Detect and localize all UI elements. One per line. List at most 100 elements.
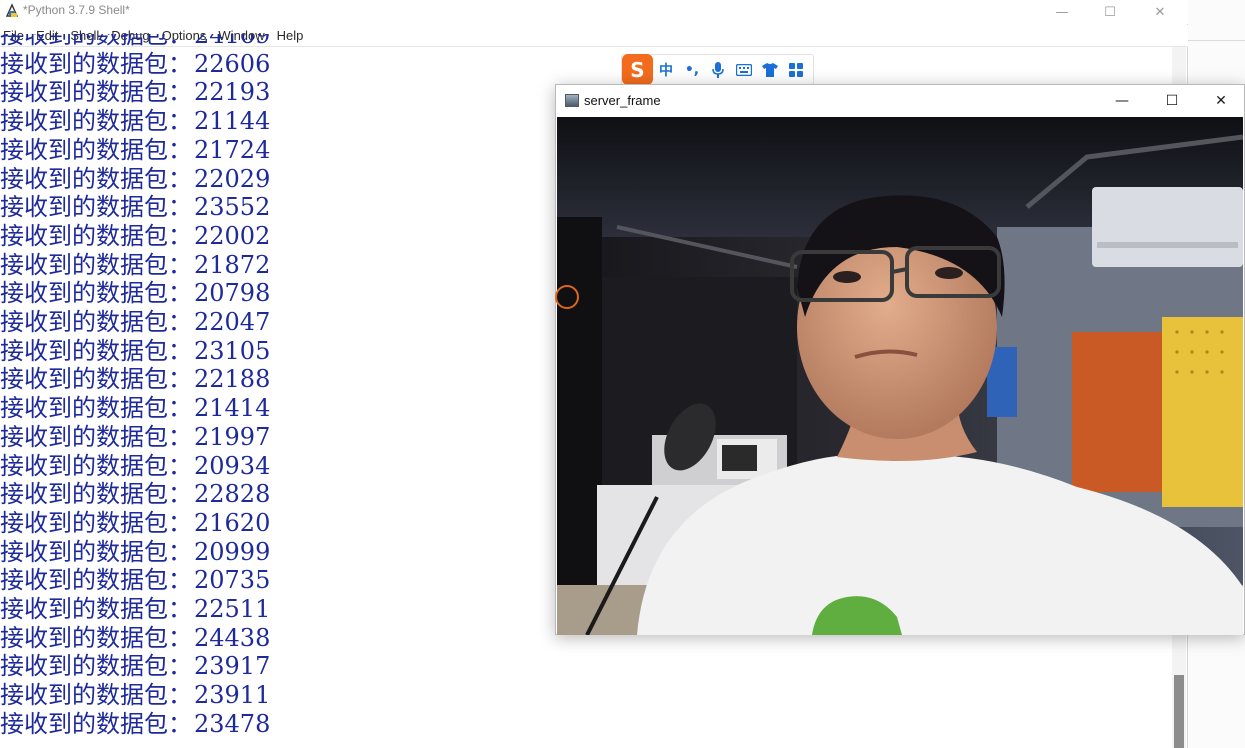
skin-icon[interactable] [757,57,783,83]
output-line-value: 21997 [194,422,271,451]
output-line: 接收到的数据包：20735 [0,566,270,595]
output-line: 接收到的数据包：21997 [0,423,270,452]
scrollbar-thumb[interactable] [1174,675,1184,748]
menu-divider [0,46,1188,47]
output-line: 接收到的数据包：23552 [0,193,270,222]
toolbox-icon[interactable] [783,57,809,83]
microphone-icon[interactable] [705,57,731,83]
output-line-value: 23917 [194,652,271,681]
shell-output[interactable]: 接收到的数据包：24169 接收到的数据包：22606 接收到的数据包：22193 接… [0,34,560,748]
output-line-value: 22511 [194,595,271,623]
close-button[interactable]: ✕ [1137,0,1183,24]
output-line-value: 20798 [194,279,271,308]
mouse-cursor-icon [555,285,579,309]
output-line-prefix: 接收到的数据包： [0,78,192,107]
output-line-value: 22047 [194,308,271,336]
background-divider [1188,40,1245,41]
output-line: 接收到的数据包：21414 [0,394,270,423]
ime-toolbar: S 中 •, [621,54,814,85]
output-line: 接收到的数据包：24438 [0,624,270,653]
output-line: 接收到的数据包：20798 [0,279,270,308]
output-line: 接收到的数据包：21724 [0,136,270,165]
output-line-prefix: 接收到的数据包： [0,681,192,710]
webcam-image [557,117,1243,635]
output-line-prefix: 接收到的数据包： [0,135,192,164]
frame-minimize-button[interactable]: — [1097,85,1147,116]
output-line-value: 20934 [194,451,271,480]
output-line: 接收到的数据包：22828 [0,480,270,509]
output-line-prefix: 接收到的数据包： [0,595,192,623]
output-line-prefix: 接收到的数据包： [0,709,192,738]
webcam-video-frame [557,117,1243,635]
shell-titlebar[interactable]: *Python 3.7.9 Shell* — ☐ ✕ [0,0,1188,24]
output-line: 接收到的数据包：21872 [0,251,270,280]
output-line-prefix: 接收到的数据包： [0,508,192,537]
frame-maximize-button[interactable]: ☐ [1147,85,1197,116]
output-line: 接收到的数据包：20934 [0,452,270,481]
output-line-prefix: 接收到的数据包： [0,336,192,365]
output-line-value: 22193 [194,78,271,107]
output-line-prefix: 接收到的数据包： [0,250,192,279]
minimize-button[interactable]: — [1039,0,1085,24]
output-line-value: 22606 [194,49,271,78]
output-line-value: 20735 [194,566,271,595]
output-line-prefix: 接收到的数据包： [0,652,192,681]
output-line: 接收到的数据包：22511 [0,595,270,624]
output-line: 接收到的数据包：21144 [0,107,270,136]
output-line-value: 21724 [194,135,271,164]
output-line: 接收到的数据包：23911 [0,681,270,710]
output-line: 接收到的数据包：20999 [0,538,270,567]
frame-window-icon [565,94,579,107]
sogou-logo-icon[interactable]: S [622,54,653,85]
output-line: 接收到的数据包：22606 [0,50,270,79]
output-line: 接收到的数据包：24169 [0,34,270,50]
output-line-value: 23552 [194,193,271,222]
output-line-prefix: 接收到的数据包： [0,566,192,595]
output-line-prefix: 接收到的数据包： [0,394,192,423]
output-line-value: 24438 [194,623,271,652]
output-line-prefix: 接收到的数据包： [0,422,192,451]
output-line: 接收到的数据包：22002 [0,222,270,251]
output-line: 接收到的数据包：21620 [0,509,270,538]
output-line-prefix: 接收到的数据包： [0,365,192,394]
output-line: 接收到的数据包：22193 [0,78,270,107]
output-line-value: 20999 [194,537,271,566]
output-line-prefix: 接收到的数据包： [0,164,192,193]
output-line-prefix: 接收到的数据包： [0,623,192,652]
output-line-prefix: 接收到的数据包： [0,308,192,336]
output-line-value: 21620 [194,508,271,537]
output-line-value: 22828 [194,480,271,509]
output-line-value: 23478 [194,709,271,738]
output-line-value: 22188 [194,365,271,394]
output-line-value: 23105 [194,336,271,365]
frame-title: server_frame [584,93,661,108]
output-line-prefix: 接收到的数据包： [0,480,192,509]
output-line-prefix: 接收到的数据包： [0,537,192,566]
output-line-prefix: 接收到的数据包： [0,193,192,222]
frame-titlebar[interactable]: server_frame — ☐ ✕ [556,85,1244,116]
output-line-value: 22002 [194,221,271,250]
output-line-prefix: 接收到的数据包： [0,221,192,250]
server-frame-window: server_frame — ☐ ✕ [555,84,1245,635]
maximize-button[interactable]: ☐ [1087,0,1133,24]
output-line-value: 22029 [194,164,271,193]
chinese-mode-icon[interactable]: 中 [653,57,679,83]
punctuation-icon[interactable]: •, [679,57,705,83]
output-line-value: 21872 [194,250,271,279]
output-line-prefix: 接收到的数据包： [0,107,192,136]
keyboard-icon[interactable] [731,57,757,83]
output-line: 接收到的数据包：22188 [0,365,270,394]
output-line-value: 21144 [194,107,271,136]
output-line-prefix: 接收到的数据包： [0,279,192,308]
shell-title: *Python 3.7.9 Shell* [23,3,130,17]
frame-close-button[interactable]: ✕ [1196,85,1245,116]
output-line: 接收到的数据包：23478 [0,710,270,739]
output-line-prefix: 接收到的数据包： [0,451,192,480]
output-line: 接收到的数据包：22047 [0,308,270,337]
output-line: 接收到的数据包：23105 [0,337,270,366]
output-line-value: 23911 [194,681,271,710]
output-line-value: 21414 [194,394,271,423]
output-line-prefix: 接收到的数据包： [0,49,192,78]
output-line: 接收到的数据包：23917 [0,652,270,681]
output-line: 接收到的数据包：22029 [0,165,270,194]
